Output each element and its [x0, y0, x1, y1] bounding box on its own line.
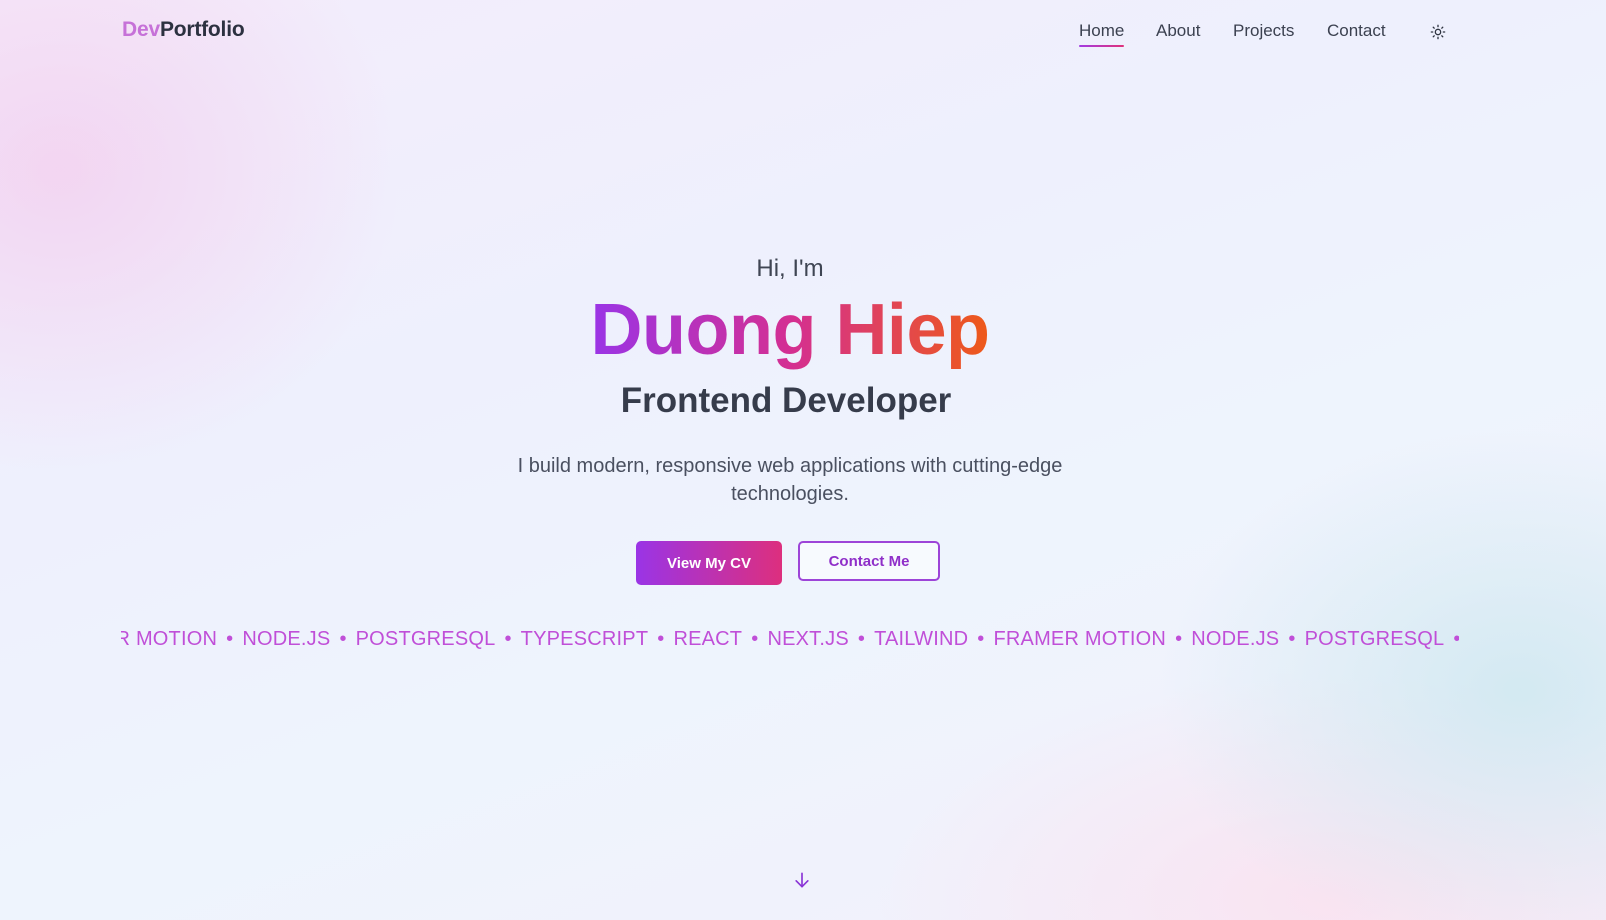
scroll-down-button[interactable] [792, 870, 812, 890]
tech-item: NEXT.JS [767, 628, 849, 650]
tech-marquee-track: ER MOTION •NODE.JS•POSTGRESQL•TYPESCRIPT… [121, 626, 1459, 652]
tech-separator: • [1175, 628, 1183, 650]
hero-name: Duong Hiep [0, 286, 1580, 374]
view-cv-button[interactable]: View My CV [636, 541, 782, 585]
tech-separator: • [504, 628, 512, 650]
contact-me-button[interactable]: Contact Me [798, 541, 940, 581]
tech-separator: • [751, 628, 759, 650]
navbar: DevPortfolio Home About Projects Contact [0, 0, 1606, 64]
tech-separator: • [657, 628, 665, 650]
tech-separator: • [339, 628, 347, 650]
tech-marquee: ER MOTION •NODE.JS•POSTGRESQL•TYPESCRIPT… [121, 626, 1459, 654]
site-logo[interactable]: DevPortfolio [122, 17, 245, 43]
tech-separator: • [226, 628, 234, 650]
hero-name-text: Duong Hiep [590, 290, 990, 370]
nav-link-contact[interactable]: Contact [1327, 20, 1386, 42]
nav-link-projects[interactable]: Projects [1233, 20, 1294, 42]
nav-link-home[interactable]: Home [1079, 20, 1125, 47]
tech-separator: • [857, 628, 866, 650]
tech-item: TYPESCRIPT [520, 628, 649, 650]
logo-suffix: Portfolio [159, 18, 245, 41]
tech-item: FRAMER MOTION [993, 628, 1167, 650]
tech-separator: • [977, 628, 985, 650]
hero-description: I build modern, responsive web applicati… [517, 455, 1063, 505]
sun-icon [1430, 24, 1446, 40]
nav-link-about[interactable]: About [1156, 20, 1200, 42]
tech-item: NODE.JS [242, 628, 331, 650]
theme-toggle-button[interactable] [1428, 22, 1448, 42]
tech-item: POSTGRESQL [1304, 628, 1445, 650]
tech-item: REACT [673, 628, 743, 650]
arrow-down-icon [795, 872, 809, 888]
tech-item: ER MOTION [121, 628, 218, 650]
hero-greeting: Hi, I'm [756, 255, 824, 282]
tech-separator: • [1288, 628, 1296, 650]
tech-item: TAILWIND [874, 628, 969, 650]
hero-role: Frontend Developer [620, 381, 952, 420]
cta-row: View My CV Contact Me [636, 541, 946, 585]
tech-item: POSTGRESQL [355, 628, 496, 650]
tech-separator: • [1444, 626, 1459, 652]
logo-prefix: Dev [122, 18, 160, 41]
tech-item: NODE.JS [1191, 628, 1280, 650]
